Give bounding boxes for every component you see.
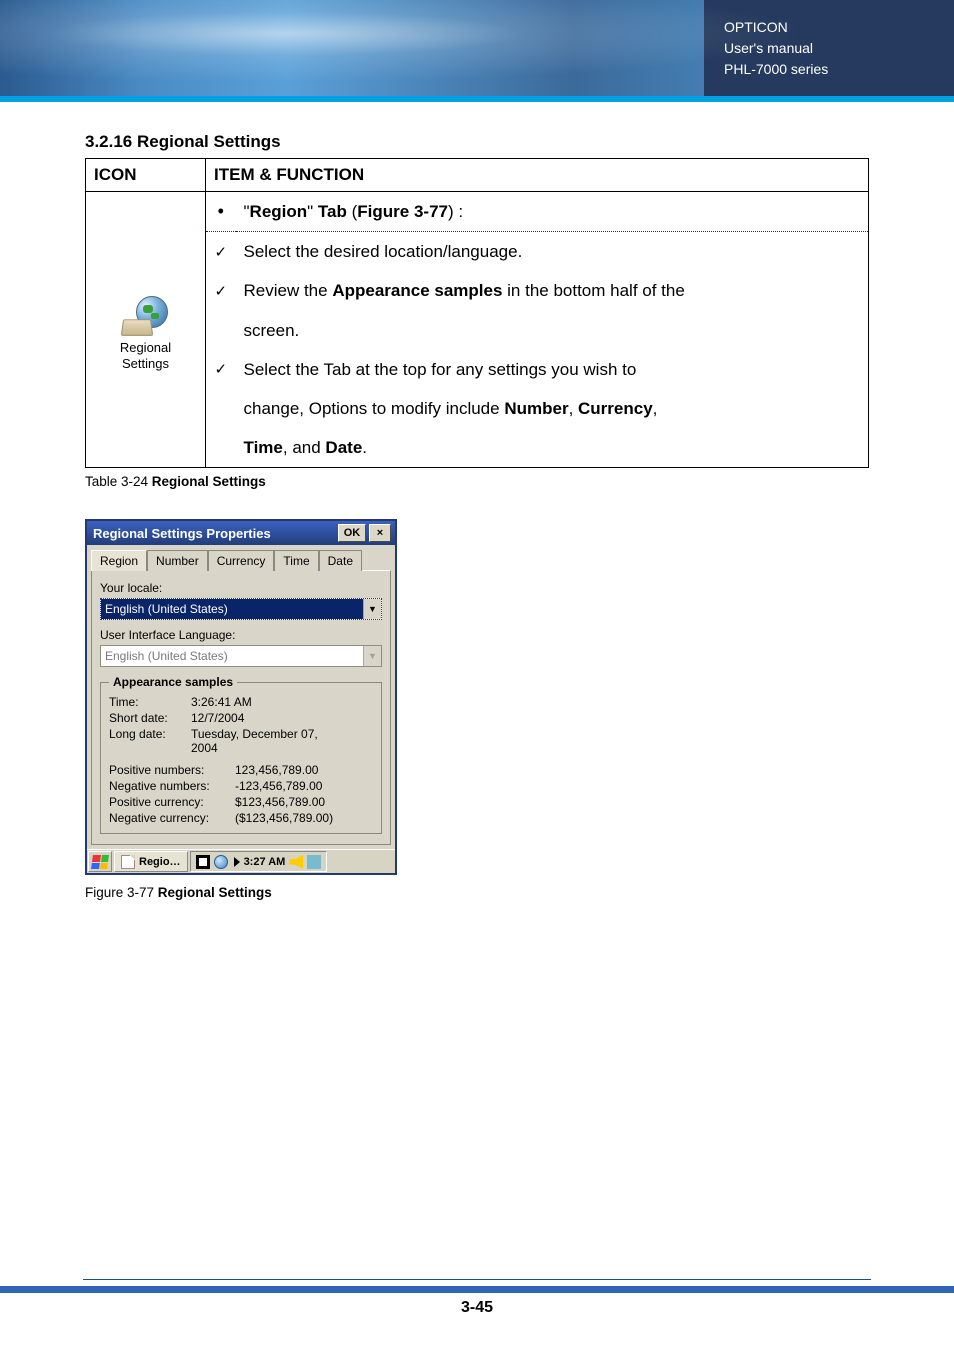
taskbar-app-label: Regio… [139,856,181,868]
regional-settings-window: Regional Settings Properties OK × Region… [85,519,397,875]
longdate-label: Long date: [109,727,191,755]
table-header-icon: ICON [86,159,206,192]
page-banner: OPTICON User's manual PHL-7000 series [0,0,954,96]
chevron-down-icon: ▼ [363,646,381,666]
window-title-text: Regional Settings Properties [93,526,335,541]
locale-select[interactable]: English (United States) ▼ [100,598,382,620]
check-icon: ✓ [214,244,227,261]
locale-value: English (United States) [101,599,363,619]
bullet-icon: • [218,201,224,221]
appearance-legend: Appearance samples [109,675,237,689]
poscur-value: $123,456,789.00 [235,795,373,809]
time-value: 3:26:41 AM [191,695,373,709]
chevron-down-icon[interactable]: ▼ [363,599,381,619]
taskbar: Regio… 3:27 AM [87,849,395,873]
tab-date[interactable]: Date [319,550,362,571]
close-button[interactable]: × [369,524,391,542]
region-tab-row: "Region" Tab (Figure 3-77) : [236,192,869,232]
longdate-value: Tuesday, December 07, 2004 [191,727,373,755]
section-heading: 3.2.16 Regional Settings [85,132,869,152]
tab-time[interactable]: Time [274,550,318,571]
time-label: Time: [109,695,191,709]
windows-logo-icon [91,855,109,869]
negcur-label: Negative currency: [109,811,235,825]
tab-currency[interactable]: Currency [208,550,275,571]
uilang-value: English (United States) [101,646,363,666]
table-caption: Table 3-24 Regional Settings [85,474,869,489]
table-header-item: ITEM & FUNCTION [206,159,869,192]
poscur-label: Positive currency: [109,795,235,809]
table-row: Select the Tab at the top for any settin… [236,350,869,389]
tray-clock: 3:27 AM [244,856,286,868]
figure-caption: Figure 3-77 Regional Settings [85,885,869,900]
play-icon [234,857,240,867]
icon-caption-line2: Settings [94,356,197,372]
taskbar-app-button[interactable]: Regio… [114,851,188,872]
posnum-label: Positive numbers: [109,763,235,777]
shortdate-label: Short date: [109,711,191,725]
regional-settings-icon-cell: Regional Settings [86,192,206,468]
posnum-value: 123,456,789.00 [235,763,373,777]
table-row: screen. [236,311,869,350]
system-tray[interactable]: 3:27 AM [190,851,328,872]
ok-button[interactable]: OK [338,524,366,542]
check-icon: ✓ [214,283,227,300]
start-button[interactable] [88,851,112,872]
power-icon [196,855,210,869]
speaker-icon [289,855,303,869]
negcur-value: ($123,456,789.00) [235,811,373,825]
footer-divider [83,1279,871,1280]
table-row: Review the Appearance samples in the bot… [236,271,869,310]
negnum-value: -123,456,789.00 [235,779,373,793]
uilang-select: English (United States) ▼ [100,645,382,667]
check-icon: ✓ [214,361,227,378]
tab-region[interactable]: Region [91,550,147,571]
locale-label: Your locale: [100,581,382,595]
document-icon [121,855,135,869]
function-table: ICON ITEM & FUNCTION Regional Settings • [85,158,869,468]
window-titlebar: Regional Settings Properties OK × [87,521,395,545]
tab-number[interactable]: Number [147,550,208,571]
icon-caption-line1: Regional [94,340,197,356]
table-row: Select the desired location/language. [236,232,869,272]
globe-icon [122,296,170,336]
appearance-samples-group: Appearance samples Time: 3:26:41 AM Shor… [100,675,382,834]
page-number: 3-45 [0,1299,954,1317]
shortdate-value: 12/7/2004 [191,711,373,725]
footer-bar [0,1286,954,1293]
tabs-bar: Region Number Currency Time Date [87,545,395,570]
table-row: Time, and Date. [236,428,869,468]
uilang-label: User Interface Language: [100,628,382,642]
negnum-label: Negative numbers: [109,779,235,793]
table-row: change, Options to modify include Number… [236,389,869,428]
desktop-icon [307,855,321,869]
network-globe-icon [214,855,228,869]
